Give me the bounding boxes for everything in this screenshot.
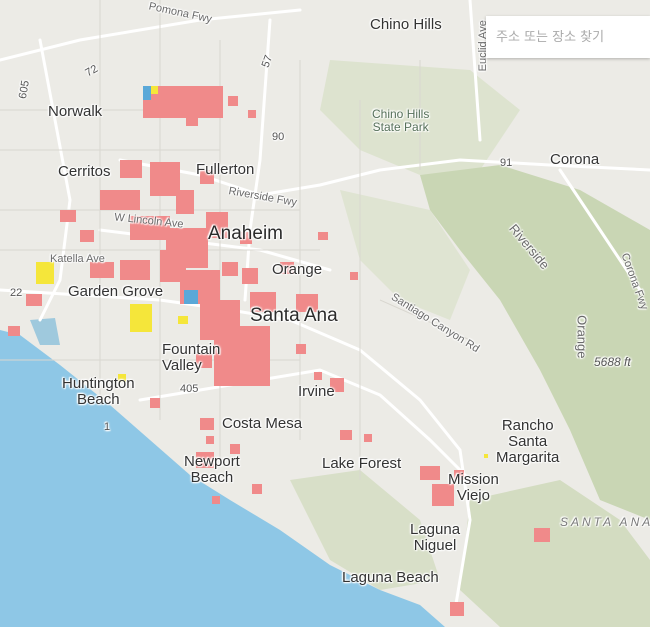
fountain-valley-label: Fountain Valley: [162, 341, 221, 374]
orange-county-line-label: Orange: [574, 315, 590, 359]
hwy-91-label: 91: [500, 157, 513, 169]
costa-mesa-label: Costa Mesa: [222, 415, 303, 432]
chino-hills-state-park-label: Chino Hills State Park: [372, 107, 430, 134]
anaheim-label: Anaheim: [208, 223, 283, 244]
santa-ana-label: Santa Ana: [250, 305, 338, 326]
fullerton-label: Fullerton: [196, 161, 255, 178]
mission-viejo-label: Mission Viejo: [448, 471, 499, 504]
search-input[interactable]: [486, 16, 650, 58]
elevation-label: 5688 ft: [594, 355, 631, 369]
hwy-22-label: 22: [10, 287, 23, 299]
corona-label: Corona: [550, 151, 600, 168]
garden-grove-label: Garden Grove: [68, 283, 164, 300]
hwy-90-label: 90: [272, 131, 285, 143]
santa-ana-mountains-label: SANTA ANA: [560, 515, 650, 529]
lake-forest-label: Lake Forest: [322, 455, 402, 472]
hwy-405-label: 405: [180, 383, 199, 395]
huntington-beach-label: Huntington Beach: [62, 375, 135, 408]
chino-hills-label: Chino Hills: [370, 16, 442, 33]
laguna-beach-label: Laguna Beach: [342, 569, 439, 586]
laguna-niguel-label: Laguna Niguel: [410, 521, 461, 554]
search-box: [486, 16, 650, 58]
katella-ave-label: Katella Ave: [50, 253, 105, 265]
hwy-1-label: 1: [104, 421, 111, 433]
map-view[interactable]: Pomona Fwy Chino Hills Euclid Ave Chino …: [0, 0, 650, 627]
rancho-santa-margarita-label: Rancho Santa Margarita: [496, 417, 560, 466]
norwalk-label: Norwalk: [48, 103, 103, 120]
orange-label: Orange: [272, 261, 323, 278]
irvine-label: Irvine: [298, 383, 335, 400]
newport-beach-label: Newport Beach: [184, 453, 240, 486]
cerritos-label: Cerritos: [58, 163, 111, 180]
